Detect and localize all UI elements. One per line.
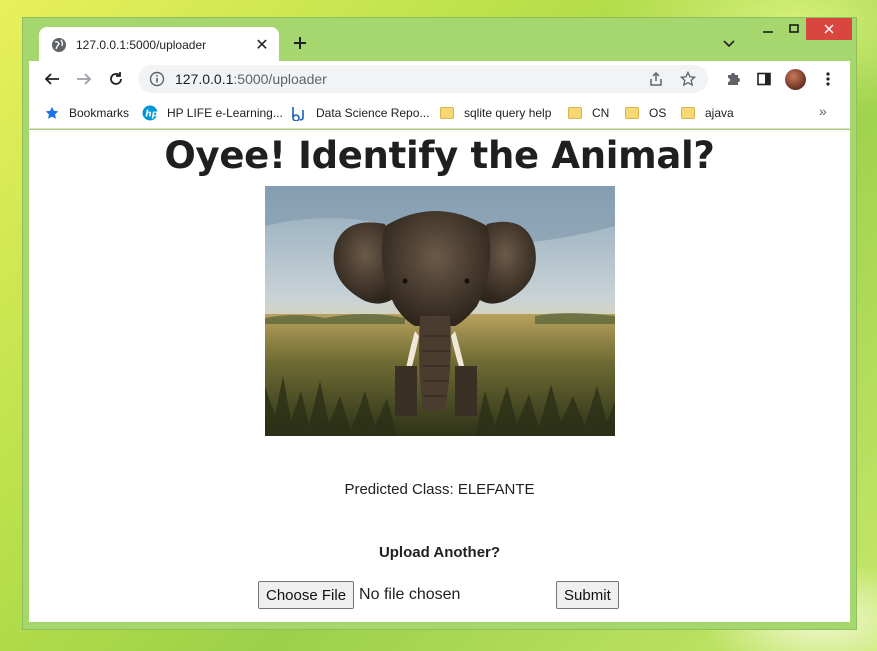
bookmark-hp-life[interactable]: hp HP LIFE e-Learning... [142, 103, 283, 123]
tab-title: 127.0.0.1:5000/uploader [76, 37, 207, 52]
chevron-right-double-icon[interactable]: » [819, 103, 827, 119]
browser-toolbar: 127.0.0.1:5000/uploader [29, 61, 850, 97]
bookmark-os[interactable]: OS [624, 103, 666, 123]
side-panel-icon[interactable] [753, 68, 775, 90]
forward-arrow-icon[interactable] [73, 68, 95, 90]
hp-icon: hp [142, 105, 158, 121]
extensions-puzzle-icon[interactable] [722, 68, 744, 90]
predicted-class-text: Predicted Class: ELEFANTE [344, 481, 535, 498]
chevron-down-icon[interactable] [719, 34, 739, 54]
no-file-chosen-text: No file chosen [359, 586, 461, 603]
close-window-button[interactable] [806, 18, 852, 40]
bookmark-bookmarks[interactable]: Bookmarks [44, 103, 129, 123]
globe-icon [51, 37, 67, 53]
browser-window: 127.0.0.1:5000/uploader ✕ 127.0.0.1:5000… [22, 17, 857, 630]
url-text: 127.0.0.1:5000/uploader [175, 71, 708, 87]
avatar [784, 68, 806, 90]
dsr-icon [291, 105, 307, 121]
page-content: Oyee! Identify the Animal? Predicted Cla… [29, 130, 850, 622]
folder-icon [680, 105, 696, 121]
maximize-button[interactable] [783, 18, 805, 40]
minimize-button[interactable] [757, 18, 779, 40]
share-icon[interactable] [646, 69, 666, 89]
menu-kebab-icon[interactable] [817, 68, 839, 90]
address-bar[interactable]: 127.0.0.1:5000/uploader [138, 65, 708, 93]
info-icon[interactable] [149, 71, 165, 87]
reload-icon[interactable] [105, 68, 127, 90]
bookmark-data-science[interactable]: Data Science Repo... [291, 103, 429, 123]
url-host: 127.0.0.1 [175, 71, 234, 87]
new-tab-button[interactable] [289, 32, 311, 54]
bookmark-label: Bookmarks [69, 106, 130, 120]
url-path: :5000/uploader [233, 71, 327, 87]
page-title: Oyee! Identify the Animal? [164, 134, 715, 177]
bookmark-label: sqlite query help [464, 106, 552, 120]
folder-icon [439, 105, 455, 121]
active-tab[interactable]: 127.0.0.1:5000/uploader ✕ [39, 27, 279, 62]
bookmark-ajava[interactable]: ajava [680, 103, 734, 123]
bookmarks-bar: Bookmarks hp HP LIFE e-Learning... Data … [29, 97, 850, 129]
star-icon [44, 105, 60, 121]
choose-file-button[interactable]: Choose File [258, 581, 355, 609]
bookmark-label: OS [649, 106, 667, 120]
submit-button[interactable]: Submit [556, 581, 619, 609]
upload-form: Choose File No file chosen Submit [258, 581, 619, 609]
bookmark-label: Data Science Repo... [316, 106, 430, 120]
close-tab-icon[interactable]: ✕ [251, 34, 273, 56]
folder-icon [567, 105, 583, 121]
upload-another-heading: Upload Another? [378, 544, 501, 561]
back-arrow-icon[interactable] [41, 68, 63, 90]
title-bar: 127.0.0.1:5000/uploader ✕ [23, 18, 856, 62]
bookmark-sqlite[interactable]: sqlite query help [439, 103, 551, 123]
bookmark-star-icon[interactable] [678, 69, 698, 89]
profile-avatar[interactable] [784, 68, 806, 90]
folder-icon [624, 105, 640, 121]
elephant-photo [265, 186, 615, 436]
bookmark-cn[interactable]: CN [567, 103, 609, 123]
bookmark-label: ajava [705, 106, 734, 120]
bookmark-label: HP LIFE e-Learning... [167, 106, 283, 120]
bookmark-label: CN [592, 106, 610, 120]
svg-text:hp: hp [145, 110, 158, 120]
